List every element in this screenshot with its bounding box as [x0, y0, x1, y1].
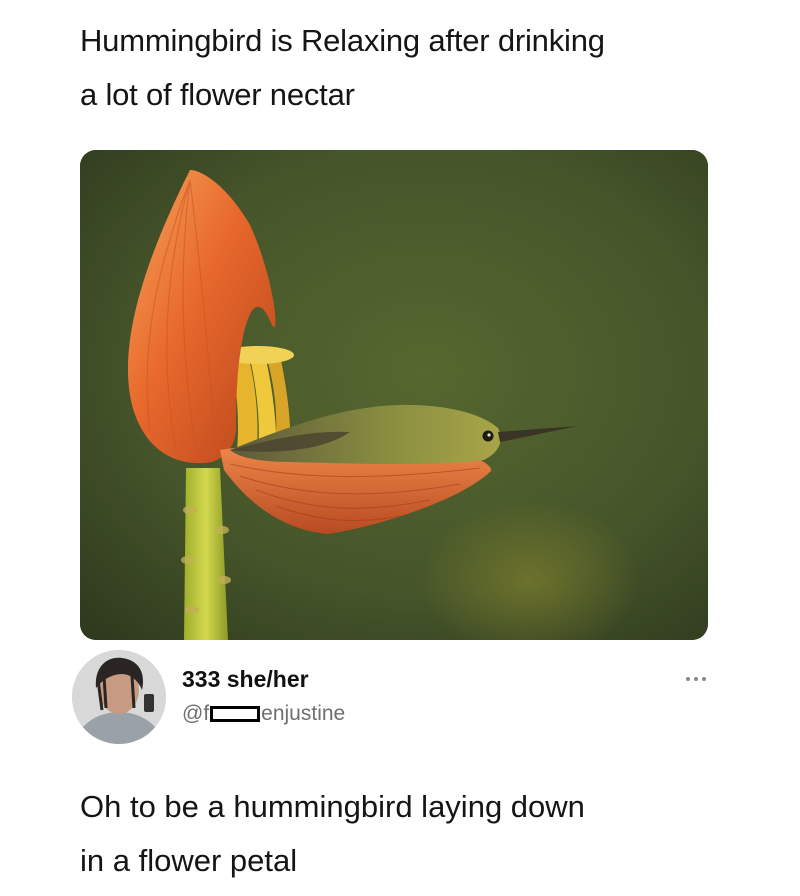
handle-prefix: @f [182, 702, 210, 725]
dot [686, 677, 690, 681]
display-name[interactable]: 333 she/her [182, 666, 309, 693]
dot [694, 677, 698, 681]
avatar[interactable] [72, 650, 166, 744]
user-handle[interactable]: @f enjustine [182, 702, 345, 726]
ellipsis-icon[interactable] [686, 672, 716, 686]
hummingbird-photo[interactable] [80, 150, 708, 640]
post-caption: Hummingbird is Relaxing after drinking a… [80, 23, 605, 112]
tweet-text: Oh to be a hummingbird laying down in a … [80, 789, 585, 878]
profile-picture [72, 650, 166, 744]
redaction-box [210, 706, 261, 722]
hummingbird-illustration [80, 150, 708, 640]
handle-suffix: enjustine [261, 702, 346, 725]
dot [702, 677, 706, 681]
